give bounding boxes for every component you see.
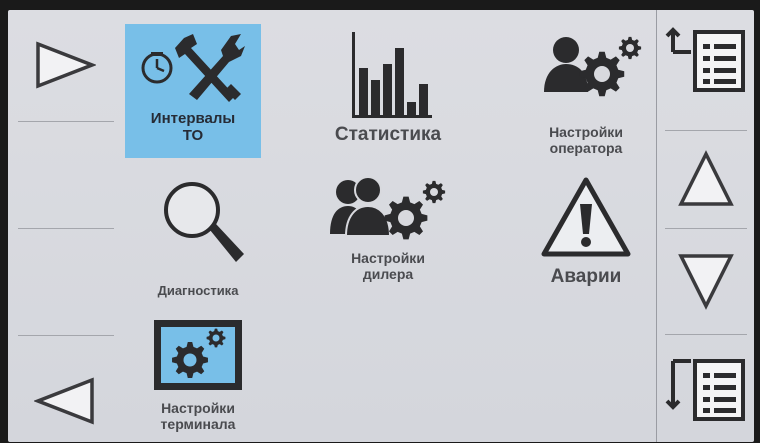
back-button[interactable] [8, 336, 122, 442]
forward-button[interactable] [8, 10, 122, 120]
users-gear-icon [330, 176, 446, 240]
menu-item-alarms[interactable]: Аварии [526, 176, 646, 304]
menu-item-operator-settings[interactable]: Настройки оператора [516, 26, 656, 158]
diagnostics-label: Диагностика [157, 283, 239, 298]
operator-settings-label-line1: Настройки [549, 124, 623, 140]
triangle-up-icon [678, 150, 734, 206]
terminal-settings-label-line1: Настройки [161, 400, 235, 416]
list-top-button[interactable] [657, 10, 754, 110]
terminal-settings-label: Настройки терминала [161, 400, 236, 432]
left-divider-2 [18, 228, 114, 229]
service-intervals-label: Интервалы ТО [151, 110, 235, 145]
menu-item-statistics[interactable]: Статистика [313, 28, 463, 156]
terminal-settings-label-line2: терминала [160, 416, 236, 433]
right-nav-column [656, 10, 754, 442]
magnifier-icon [164, 182, 244, 262]
menu-item-service-intervals[interactable]: Интервалы ТО [125, 24, 261, 158]
menu-item-terminal-settings[interactable]: Настройки терминала [130, 316, 266, 440]
monitor-gear-icon [154, 320, 242, 390]
left-divider-1 [18, 121, 114, 122]
menu-item-diagnostics[interactable]: Диагностика [128, 176, 268, 308]
dealer-settings-label-line1: Настройки [351, 250, 425, 266]
menu-item-dealer-settings[interactable]: Настройки дилера [318, 172, 458, 304]
triangle-right-icon [36, 41, 96, 89]
bar-chart-icon [352, 32, 432, 118]
operator-settings-label-line2: оператора [549, 140, 623, 157]
list-jump-top-icon [665, 27, 745, 92]
left-nav-column [8, 10, 122, 442]
triangle-left-icon [34, 377, 94, 425]
dealer-settings-label-line2: дилера [362, 266, 414, 283]
dealer-settings-label: Настройки дилера [351, 250, 425, 282]
touch-screen: Интервалы ТО Статистика Настройки операт… [8, 10, 754, 442]
user-gear-icon [544, 36, 642, 97]
statistics-label: Статистика [334, 124, 442, 145]
alarms-label: Аварии [550, 266, 622, 287]
scroll-down-button[interactable] [657, 229, 754, 333]
clock-tools-icon [141, 34, 245, 102]
service-intervals-label-line1: Интервалы [150, 110, 236, 127]
list-jump-bottom-icon [665, 358, 745, 421]
triangle-down-icon [678, 254, 734, 310]
list-bottom-button[interactable] [657, 335, 754, 442]
service-intervals-label-line2: ТО [182, 127, 204, 145]
warning-icon [541, 177, 631, 257]
scroll-up-button[interactable] [657, 131, 754, 227]
operator-settings-label: Настройки оператора [549, 124, 623, 156]
